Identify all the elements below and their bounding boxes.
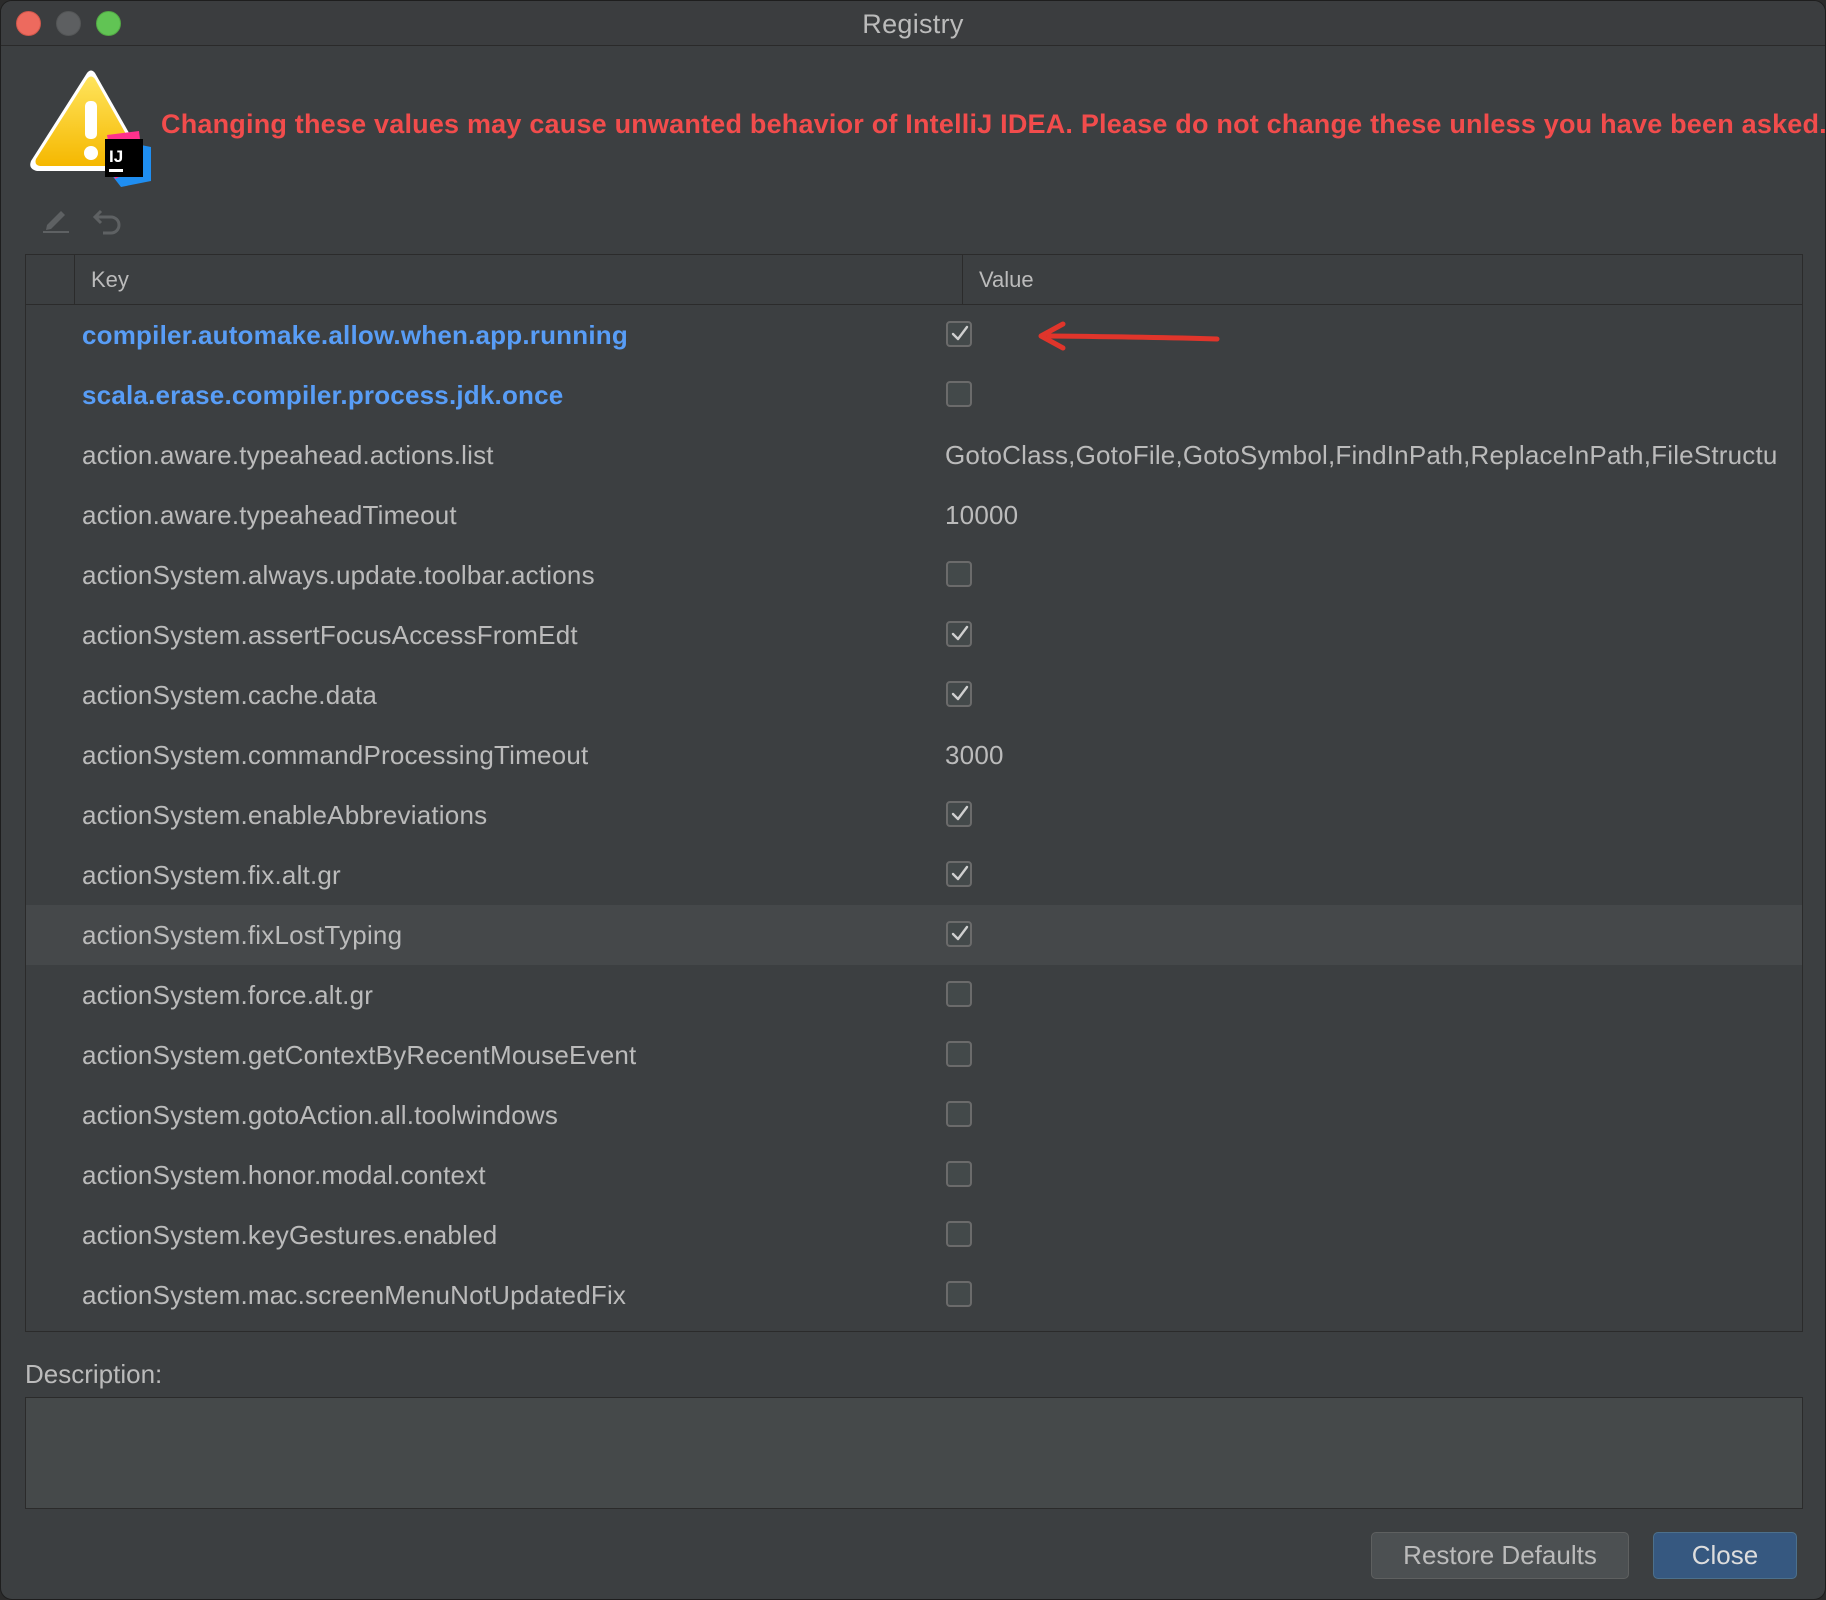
registry-key: actionSystem.force.alt.gr <box>82 980 374 1010</box>
value-checkbox[interactable] <box>946 621 972 647</box>
table-row[interactable]: scala.erase.compiler.process.jdk.once <box>26 365 1802 425</box>
table-row[interactable]: actionSystem.enableAbbreviations <box>26 785 1802 845</box>
restore-defaults-button[interactable]: Restore Defaults <box>1371 1532 1629 1579</box>
table-header: Key Value <box>26 255 1802 305</box>
table-row[interactable]: actionSystem.always.update.toolbar.actio… <box>26 545 1802 605</box>
registry-key: scala.erase.compiler.process.jdk.once <box>82 380 564 410</box>
table-row[interactable]: action.aware.typeaheadTimeout 10000 <box>26 485 1802 545</box>
column-header-key[interactable]: Key <box>75 255 963 304</box>
window-title: Registry <box>862 9 964 39</box>
value-checkbox[interactable] <box>946 1101 972 1127</box>
value-checkbox[interactable] <box>946 681 972 707</box>
table-row[interactable]: actionSystem.force.alt.gr <box>26 965 1802 1025</box>
registry-value[interactable]: 10000 <box>945 485 1802 545</box>
intellij-badge: IJ <box>105 131 151 187</box>
registry-key: actionSystem.keyGestures.enabled <box>82 1220 498 1250</box>
checkmark-icon <box>951 925 969 941</box>
value-checkbox[interactable] <box>946 1161 972 1187</box>
registry-key: actionSystem.fixLostTyping <box>82 920 403 950</box>
annotation-arrow-icon <box>1038 321 1220 351</box>
table-row[interactable]: actionSystem.fixLostTyping <box>26 905 1802 965</box>
registry-key: action.aware.typeahead.actions.list <box>82 440 494 470</box>
registry-key: actionSystem.assertFocusAccessFromEdt <box>82 620 578 650</box>
undo-icon[interactable] <box>91 201 125 235</box>
pencil-icon[interactable] <box>39 201 73 235</box>
description-field[interactable] <box>25 1397 1803 1509</box>
table-row[interactable]: actionSystem.gotoAction.all.toolwindows <box>26 1085 1802 1145</box>
warning-icon: IJ <box>30 70 151 187</box>
registry-table: Key Value compiler.automake.allow.when.a… <box>25 254 1803 1332</box>
table-row[interactable]: actionSystem.getContextByRecentMouseEven… <box>26 1025 1802 1085</box>
header-blank-cell <box>26 255 75 304</box>
svg-text:IJ: IJ <box>109 147 123 166</box>
table-row[interactable]: actionSystem.honor.modal.context <box>26 1145 1802 1205</box>
table-row[interactable]: actionSystem.commandProcessingTimeout 300… <box>26 725 1802 785</box>
description-label: Description: <box>25 1359 163 1389</box>
registry-key: actionSystem.gotoAction.all.toolwindows <box>82 1100 559 1130</box>
table-row[interactable]: compiler.automake.allow.when.app.running <box>26 305 1802 365</box>
registry-key: actionSystem.honor.modal.context <box>82 1160 486 1190</box>
table-row[interactable]: actionSystem.mac.screenMenuNotUpdatedFix <box>26 1265 1802 1325</box>
value-checkbox[interactable] <box>946 921 972 947</box>
checkmark-icon <box>951 685 969 701</box>
value-checkbox[interactable] <box>946 801 972 827</box>
table-row[interactable]: actionSystem.fix.alt.gr <box>26 845 1802 905</box>
table-row[interactable]: actionSystem.keyGestures.enabled <box>26 1205 1802 1265</box>
title-bar[interactable]: Registry <box>1 1 1825 46</box>
registry-key: actionSystem.fix.alt.gr <box>82 860 341 890</box>
registry-value[interactable]: 3000 <box>945 725 1802 785</box>
warning-message: Changing these values may cause unwanted… <box>161 109 1826 139</box>
checkmark-icon <box>951 625 969 641</box>
column-header-value[interactable]: Value <box>963 255 1802 304</box>
value-checkbox[interactable] <box>946 981 972 1007</box>
registry-key: actionSystem.cache.data <box>82 680 378 710</box>
value-checkbox[interactable] <box>946 861 972 887</box>
value-checkbox[interactable] <box>946 1221 972 1247</box>
value-checkbox[interactable] <box>946 381 972 407</box>
table-row[interactable]: actionSystem.cache.data <box>26 665 1802 725</box>
registry-key: compiler.automake.allow.when.app.running <box>82 320 628 350</box>
registry-key: actionSystem.getContextByRecentMouseEven… <box>82 1040 637 1070</box>
registry-key: actionSystem.enableAbbreviations <box>82 800 488 830</box>
checkmark-icon <box>951 325 969 341</box>
value-checkbox[interactable] <box>946 1281 972 1307</box>
registry-key: actionSystem.mac.screenMenuNotUpdatedFix <box>82 1280 627 1310</box>
table-row[interactable]: action.aware.typeahead.actions.list GotoC… <box>26 425 1802 485</box>
value-checkbox[interactable] <box>946 1041 972 1067</box>
value-checkbox[interactable] <box>946 321 972 347</box>
close-button[interactable]: Close <box>1653 1532 1797 1579</box>
registry-key: actionSystem.commandProcessingTimeout <box>82 740 589 770</box>
registry-key: actionSystem.always.update.toolbar.actio… <box>82 560 595 590</box>
checkmark-icon <box>951 805 969 821</box>
table-body: compiler.automake.allow.when.app.running… <box>26 305 1802 1325</box>
registry-window: Registry IJ Changing these values may ca… <box>0 0 1826 1600</box>
value-checkbox[interactable] <box>946 561 972 587</box>
registry-key: action.aware.typeaheadTimeout <box>82 500 457 530</box>
table-row[interactable]: actionSystem.assertFocusAccessFromEdt <box>26 605 1802 665</box>
checkmark-icon <box>951 865 969 881</box>
registry-value[interactable]: GotoClass,GotoFile,GotoSymbol,FindInPath… <box>945 425 1802 485</box>
